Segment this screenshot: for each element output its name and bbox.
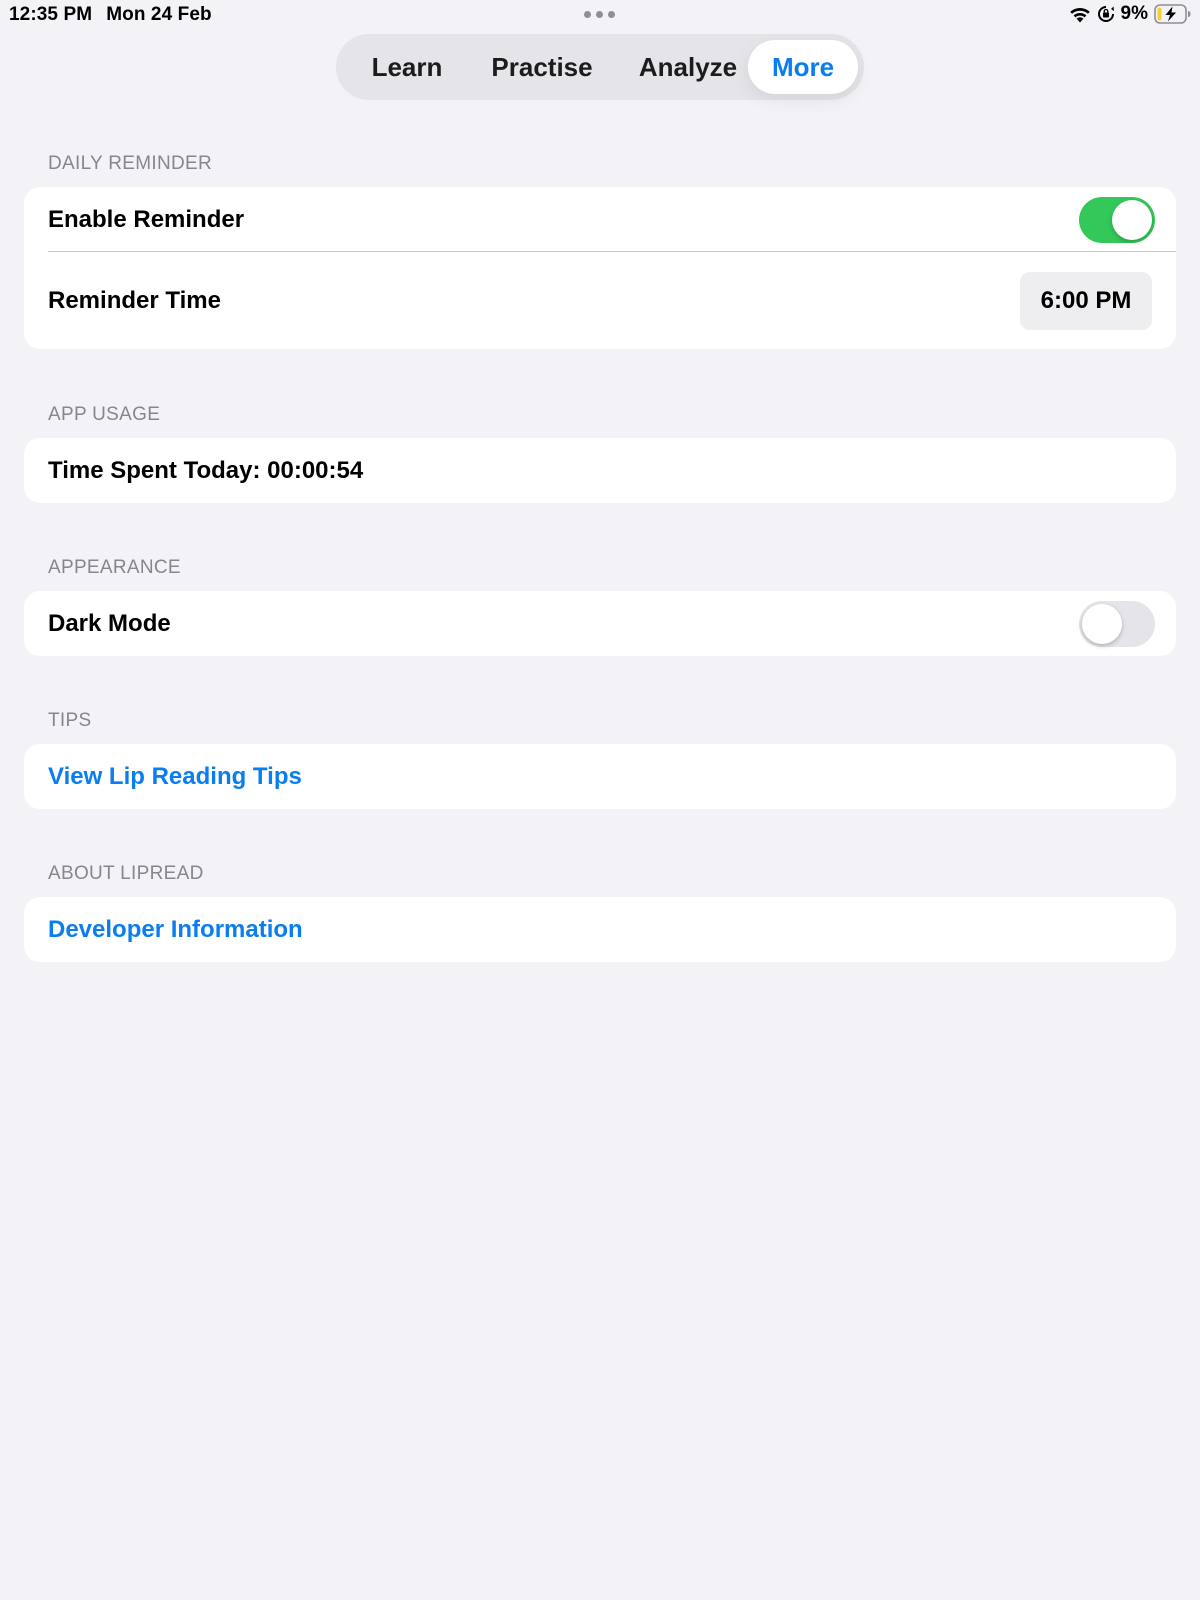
reminder-time-picker[interactable]: 6:00 PM: [1020, 271, 1152, 330]
orientation-lock-icon: [1097, 5, 1115, 23]
section-header-appearance: APPEARANCE: [48, 557, 181, 578]
status-time-date: 12:35 PM Mon 24 Feb: [9, 4, 212, 26]
wifi-icon: [1069, 6, 1091, 23]
reminder-time-label: Reminder Time: [48, 286, 221, 314]
multitasking-dots-icon[interactable]: [584, 11, 615, 18]
status-date: Mon 24 Feb: [106, 4, 212, 25]
appearance-card: Dark Mode: [24, 591, 1176, 656]
battery-charging-icon: [1154, 4, 1192, 24]
dark-mode-row: Dark Mode: [24, 591, 1176, 656]
dark-mode-label: Dark Mode: [48, 609, 171, 637]
tab-practise[interactable]: Practise: [466, 40, 618, 94]
enable-reminder-row: Enable Reminder: [24, 187, 1176, 252]
battery-percent: 9%: [1120, 3, 1148, 24]
developer-information-link[interactable]: Developer Information: [48, 916, 303, 944]
segmented-tab-bar: Learn Practise Analyze More: [336, 34, 864, 100]
daily-reminder-card: Enable Reminder Reminder Time 6:00 PM: [24, 187, 1176, 349]
app-usage-card: Time Spent Today: 00:00:54: [24, 438, 1176, 503]
status-time: 12:35 PM: [9, 4, 93, 25]
developer-info-row: Developer Information: [24, 897, 1176, 962]
section-header-daily-reminder: DAILY REMINDER: [48, 153, 212, 174]
reminder-time-row: Reminder Time 6:00 PM: [24, 252, 1176, 349]
about-card: Developer Information: [24, 897, 1176, 962]
section-header-about: ABOUT LIPREAD: [48, 863, 204, 884]
toggle-knob: [1082, 603, 1122, 644]
tab-analyze[interactable]: Analyze: [618, 40, 758, 94]
section-header-app-usage: APP USAGE: [48, 404, 161, 425]
time-spent-row: Time Spent Today: 00:00:54: [24, 438, 1176, 503]
enable-reminder-toggle[interactable]: [1079, 196, 1155, 243]
dark-mode-toggle[interactable]: [1079, 600, 1155, 647]
tab-more[interactable]: More: [748, 40, 858, 94]
status-bar: 12:35 PM Mon 24 Feb 9%: [0, 0, 1200, 30]
tips-card: View Lip Reading Tips: [24, 744, 1176, 809]
view-lip-reading-tips-link[interactable]: View Lip Reading Tips: [48, 763, 302, 791]
status-indicators: 9%: [1069, 3, 1192, 25]
enable-reminder-label: Enable Reminder: [48, 205, 245, 233]
time-spent-text: Time Spent Today: 00:00:54: [48, 456, 364, 484]
section-header-tips: TIPS: [48, 710, 92, 731]
toggle-knob: [1112, 199, 1152, 240]
tips-row: View Lip Reading Tips: [24, 744, 1176, 809]
tab-learn[interactable]: Learn: [348, 40, 466, 94]
